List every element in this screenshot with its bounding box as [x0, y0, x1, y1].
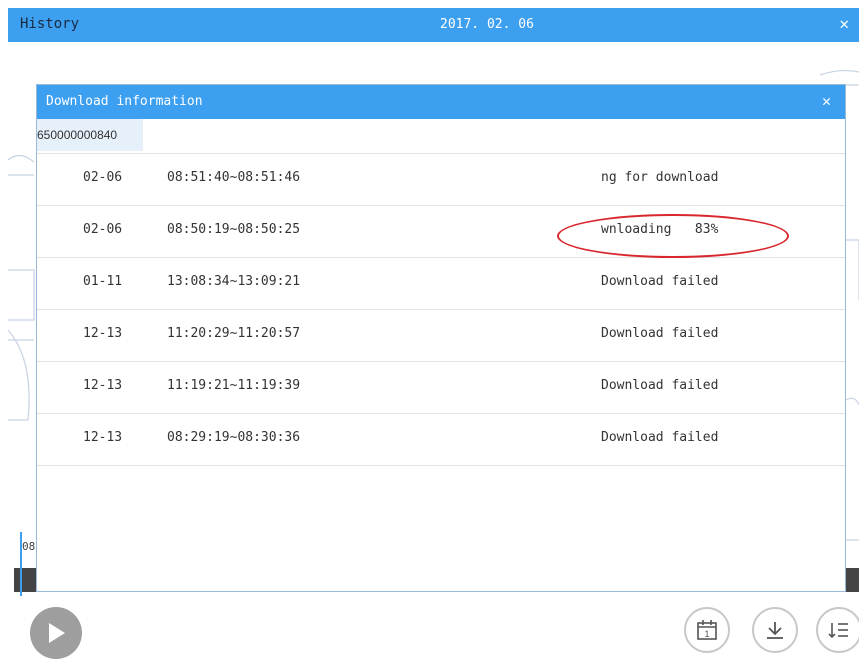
list-item[interactable]: 02-06 08:51:40~08:51:46 ng for download: [37, 153, 845, 205]
row-date: 12-13: [83, 326, 123, 341]
row-status: Download failed: [601, 326, 719, 341]
play-button[interactable]: [30, 607, 82, 659]
device-id-tab[interactable]: 650000000840: [37, 119, 143, 151]
list-item[interactable]: 12-13 11:19:21~11:19:39 Download failed: [37, 361, 845, 413]
row-time: 08:50:19~08:50:25: [167, 222, 301, 237]
row-date: 02-06: [83, 222, 123, 237]
list-item[interactable]: 01-11 13:08:34~13:09:21 Download failed: [37, 257, 845, 309]
row-time: 11:20:29~11:20:57: [167, 326, 301, 341]
calendar-button[interactable]: 1: [684, 607, 730, 653]
dialog-title: Download information: [46, 94, 203, 109]
calendar-day: 1: [704, 629, 709, 639]
timeline-label: 08: [22, 540, 36, 553]
list-item[interactable]: 12-13 11:20:29~11:20:57 Download failed: [37, 309, 845, 361]
row-date: 01-11: [83, 274, 123, 289]
row-status: Download failed: [601, 430, 719, 445]
highlight-annotation: [557, 214, 789, 258]
dialog-header: Download information ✕: [37, 85, 845, 119]
download-dialog: Download information ✕ 650000000840 02-0…: [36, 84, 846, 592]
row-date: 12-13: [83, 430, 123, 445]
calendar-icon: 1: [697, 620, 717, 640]
list-item[interactable]: 12-13 08:29:19~08:30:36 Download failed: [37, 413, 845, 466]
row-date: 02-06: [83, 170, 123, 185]
row-status: Download failed: [601, 378, 719, 393]
row-time: 11:19:21~11:19:39: [167, 378, 301, 393]
play-icon: [49, 623, 65, 643]
row-date: 12-13: [83, 378, 123, 393]
dialog-close-icon[interactable]: ✕: [822, 92, 831, 110]
row-status: Download failed: [601, 274, 719, 289]
row-time: 08:51:40~08:51:46: [167, 170, 301, 185]
list-icon: [828, 623, 848, 639]
list-button[interactable]: [816, 607, 859, 653]
download-list: 02-06 08:51:40~08:51:46 ng for download …: [37, 153, 845, 466]
row-time: 08:29:19~08:30:36: [167, 430, 301, 445]
row-time: 13:08:34~13:09:21: [167, 274, 301, 289]
row-status: ng for download: [601, 170, 719, 185]
download-button[interactable]: [752, 607, 798, 653]
download-icon: [767, 622, 783, 639]
